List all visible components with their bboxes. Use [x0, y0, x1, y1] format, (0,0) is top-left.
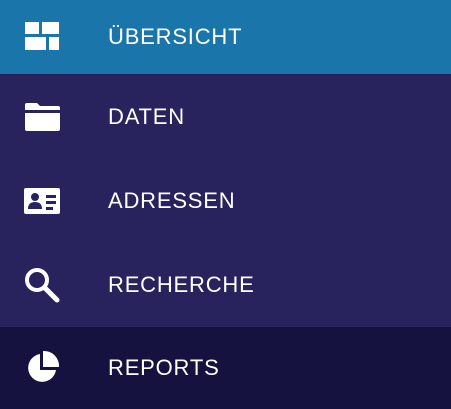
nav-item-label: DATEN [108, 103, 185, 129]
sidebar-nav: ÜBERSICHT DATEN ADRESSEN RECHERCHE REPOR… [0, 0, 451, 409]
nav-item-label: REPORTS [108, 355, 220, 380]
contact-card-icon [21, 180, 63, 222]
folder-icon [21, 96, 63, 138]
nav-item-recherche[interactable]: RECHERCHE [0, 243, 451, 327]
nav-item-reports[interactable]: REPORTS [0, 327, 451, 409]
nav-item-daten[interactable]: DATEN [0, 74, 451, 159]
nav-item-uebersicht[interactable]: ÜBERSICHT [0, 0, 451, 74]
pie-chart-icon [21, 347, 63, 389]
search-icon [21, 264, 63, 306]
nav-item-label: RECHERCHE [108, 272, 255, 297]
nav-item-label: ÜBERSICHT [108, 24, 243, 49]
dashboard-icon [21, 16, 63, 58]
nav-item-adressen[interactable]: ADRESSEN [0, 159, 451, 243]
nav-item-label: ADRESSEN [108, 188, 236, 213]
